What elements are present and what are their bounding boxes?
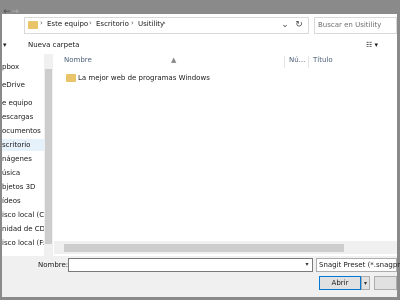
file-name-label: Nombre: [38,261,69,269]
file-name-input[interactable] [68,258,313,272]
open-split-dropdown-icon[interactable]: ▾ [361,276,370,290]
address-dropdown-icon[interactable]: ⌄ [280,18,290,32]
sidebar-item-unidad-cd-d[interactable]: nidad de CD (D [2,223,44,235]
cancel-button[interactable] [374,276,397,290]
sidebar-item-objetos-3d[interactable]: bjetos 3D [2,181,44,193]
breadcrumb-separator: › [89,19,92,27]
sort-indicator-icon: ▲ [171,56,177,64]
file-name: La mejor web de programas Windows [78,74,210,82]
navigation-pane: pbox eDrive e equipo escargas ocumentos … [2,54,44,256]
sidebar-item-documentos[interactable]: ocumentos [2,125,44,137]
forward-arrow-icon[interactable]: → [10,5,20,19]
sidebar-item-disco-local-f[interactable]: isco local (F:) [2,237,44,249]
sidebar-item-escritorio[interactable]: scritorio [2,139,44,151]
file-name-dropdown-icon[interactable]: ▾ [302,259,312,271]
breadcrumb-separator: › [163,19,166,27]
breadcrumb-este-equipo[interactable]: Este equipo [47,20,88,28]
breadcrumb-separator: › [131,19,134,27]
column-header-number[interactable]: Nú... [289,56,305,68]
sidebar-item-disco-local-c[interactable]: isco local (C:) [2,209,44,221]
sidebar-scrollbar-thumb[interactable] [45,69,52,244]
column-divider[interactable] [308,56,309,68]
address-folder-icon [28,21,38,29]
sidebar-item-descargas[interactable]: escargas [2,111,44,123]
new-folder-button[interactable]: Nueva carpeta [28,41,79,49]
open-button-label: Abrir [331,279,349,287]
breadcrumb-escritorio[interactable]: Escritorio [96,20,129,28]
file-list [54,54,397,256]
view-options-icon[interactable]: ☷ ▾ [366,41,378,49]
column-divider[interactable] [284,56,285,68]
breadcrumb-separator: › [40,19,43,27]
organize-dropdown-icon[interactable]: ▾ [3,41,7,49]
breadcrumb-usitility[interactable]: Usitility [138,20,164,28]
folder-icon [66,74,76,82]
column-header-title[interactable]: Título [313,56,333,68]
sidebar-item-este-equipo[interactable]: e equipo [2,97,44,109]
sidebar-item-musica[interactable]: úsica [2,167,44,179]
sidebar-item-imagenes[interactable]: nágenes [2,153,44,165]
sidebar-item-videos[interactable]: ídeos [2,195,44,207]
sidebar-item-onedrive[interactable]: eDrive [2,79,44,91]
sidebar-item-dropbox[interactable]: pbox [2,61,44,73]
file-type-value: Snagit Preset (*.snagprof,* [319,261,400,269]
search-placeholder: Buscar en Usitility [318,21,382,29]
refresh-icon[interactable]: ↻ [294,18,304,32]
horizontal-scrollbar-thumb[interactable] [64,244,344,252]
window-frame-top [0,0,400,14]
column-header-name[interactable]: Nombre [64,56,92,68]
